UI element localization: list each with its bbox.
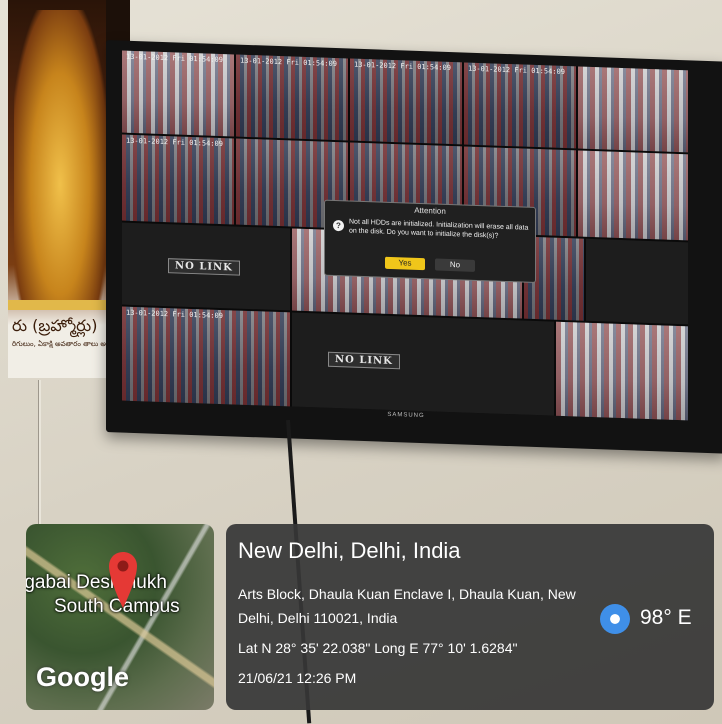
poster-subcaption: రిగులుం, ఏకాక్షి అవతారం తాలు అధిష్టి — [12, 340, 116, 348]
camera-feed: 13-01-2012 Fri 01:54:09 — [122, 134, 234, 225]
location-city: New Delhi, Delhi, India — [238, 538, 461, 563]
question-icon: ? — [333, 219, 344, 232]
camera-timestamp: 13-01-2012 Fri 01:54:09 — [240, 56, 337, 69]
location-datetime: 21/06/21 12:26 PM — [238, 670, 357, 686]
dialog-title: Attention — [414, 205, 446, 216]
no-button[interactable]: No — [435, 258, 475, 272]
camera-feed: 13-01-2012 Fri 01:54:09 — [122, 306, 290, 407]
location-coordinates: Lat N 28° 35' 22.038" Long E 77° 10' 1.6… — [238, 640, 518, 656]
camera-timestamp: 13-01-2012 Fri 01:54:09 — [126, 52, 223, 65]
camera-feed-offline: NO LINK — [122, 222, 290, 311]
camera-feed — [578, 66, 688, 153]
no-link-label: NO LINK — [168, 258, 240, 276]
camera-feed: 13-01-2012 Fri 01:54:09 — [464, 62, 576, 149]
camera-feed: 13-01-2012 Fri 01:54:09 — [122, 50, 234, 137]
map-place-label: rgabai Deshmukh — [26, 572, 167, 593]
location-pin-icon — [109, 552, 137, 608]
camera-feed — [556, 321, 688, 421]
poster-caption: రు (బ్రహ్మోర్లు) — [12, 316, 98, 335]
camera-feed — [578, 150, 688, 241]
camera-feed: 13-01-2012 Fri 01:54:09 — [236, 54, 348, 141]
wall-cable — [38, 380, 41, 530]
compass-icon — [600, 604, 630, 634]
attention-dialog: Attention ? Not all HDDs are initialized… — [324, 199, 536, 284]
camera-timestamp: 13-01-2012 Fri 01:54:09 — [126, 136, 223, 149]
no-link-label: NO LINK — [328, 351, 400, 370]
camera-feed-offline — [586, 238, 688, 325]
cctv-screen: 13-01-2012 Fri 01:54:09 13-01-2012 Fri 0… — [122, 50, 688, 421]
location-address: Arts Block, Dhaula Kuan Enclave I, Dhaul… — [238, 586, 576, 626]
map-thumbnail[interactable]: rgabai Deshmukh South Campus Google — [26, 524, 214, 710]
camera-feed: 13-01-2012 Fri 01:54:09 — [350, 58, 462, 145]
camera-timestamp: 13-01-2012 Fri 01:54:09 — [468, 64, 565, 77]
camera-feed-offline: NO LINK — [292, 312, 554, 416]
compass-heading: 98° E — [640, 606, 692, 629]
yes-button[interactable]: Yes — [385, 256, 425, 271]
location-info-card: New Delhi, Delhi, India Arts Block, Dhau… — [226, 524, 714, 710]
television: 13-01-2012 Fri 01:54:09 13-01-2012 Fri 0… — [106, 40, 722, 454]
poster-deity-image — [14, 10, 106, 300]
google-logo: Google — [36, 662, 129, 692]
camera-timestamp: 13-01-2012 Fri 01:54:09 — [354, 60, 451, 73]
dialog-message: Not all HDDs are initialized. Initializa… — [349, 218, 529, 240]
camera-timestamp: 13-01-2012 Fri 01:54:09 — [126, 308, 223, 321]
photo-scene: రు (బ్రహ్మోర్లు) రిగులుం, ఏకాక్షి అవతారం… — [0, 0, 722, 724]
